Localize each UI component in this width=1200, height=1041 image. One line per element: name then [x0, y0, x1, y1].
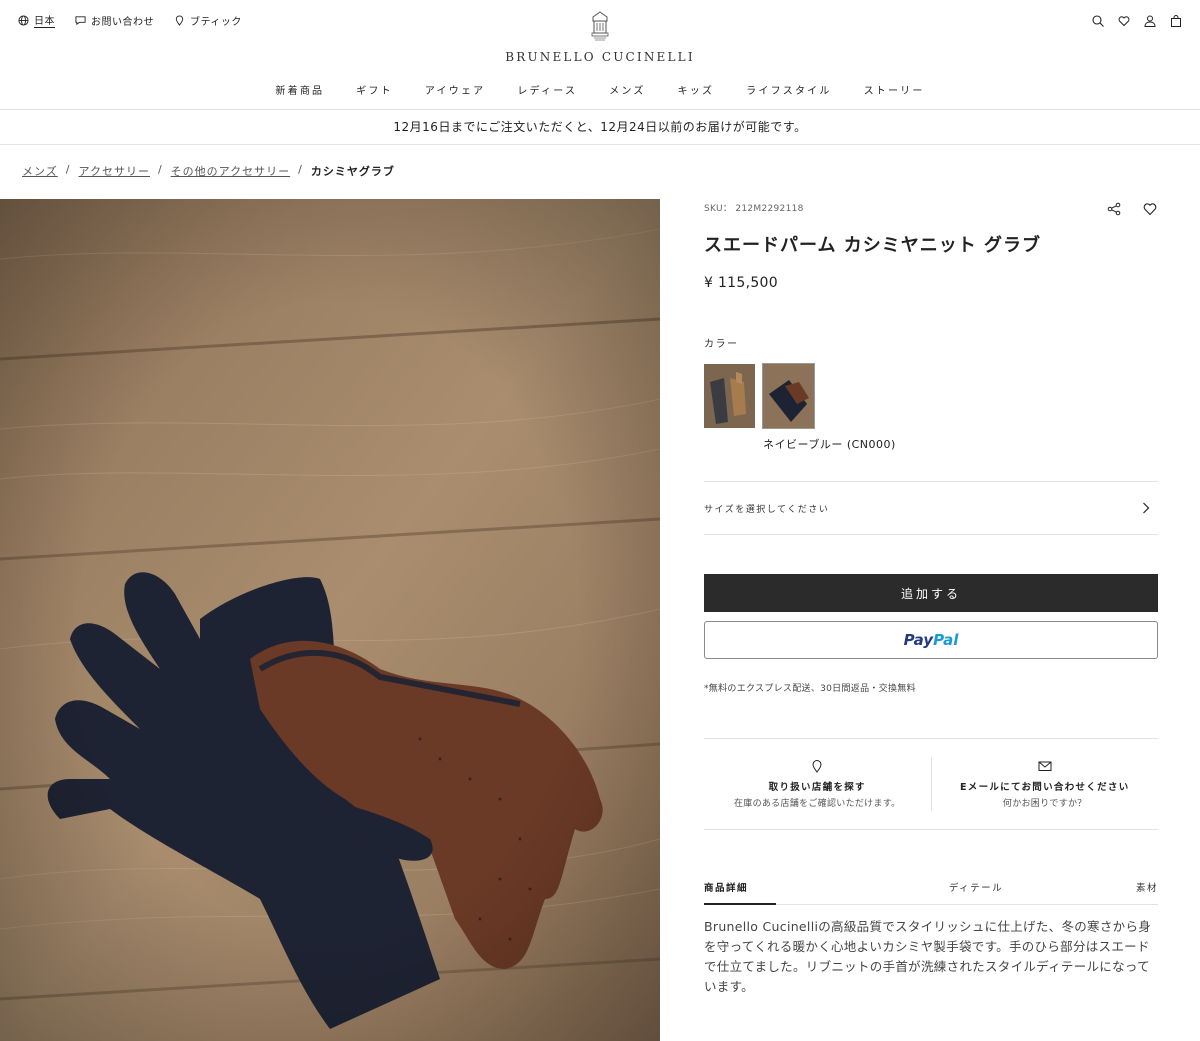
- share-icon: [1107, 202, 1121, 216]
- size-prompt: サイズを選択してください: [704, 504, 830, 515]
- color-label: カラー: [704, 339, 739, 350]
- product-image[interactable]: [0, 199, 660, 1041]
- product-price: ¥ 115,500: [704, 275, 778, 291]
- brand-logo[interactable]: BRUNELLO CUCINELLI: [0, 10, 1200, 64]
- heart-icon: [1143, 203, 1157, 216]
- product-sku: SKU： 212M2292118: [704, 204, 804, 214]
- breadcrumb-accessories[interactable]: アクセサリー: [79, 163, 150, 179]
- color-swatch-navy[interactable]: [762, 363, 815, 429]
- selected-color-name: ネイビーブルー (CN000): [763, 438, 896, 451]
- crest-icon: [591, 11, 609, 41]
- shipping-banner: 12月16日までにご注文いただくと、12月24日以前のお届けが可能です。: [0, 111, 1200, 145]
- breadcrumb-separator: /: [157, 163, 163, 176]
- nav-item-new[interactable]: 新着商品: [275, 82, 324, 97]
- swatch-thumbnail: [704, 364, 755, 428]
- header-actions: [1092, 12, 1182, 27]
- breadcrumb: メンズ / アクセサリー / その他のアクセサリー / カシミヤグラブ: [22, 163, 395, 179]
- add-to-cart-button[interactable]: 追加する: [704, 574, 1158, 612]
- email-contact-subtitle: 何かお困りですか？: [1002, 799, 1087, 809]
- nav-item-kids[interactable]: キッズ: [678, 82, 715, 97]
- wishlist-add-button[interactable]: [1143, 201, 1157, 216]
- user-icon: [1144, 15, 1156, 27]
- detail-tabs: 商品詳細 ディテール 素材: [704, 871, 1158, 905]
- breadcrumb-separator: /: [65, 163, 71, 176]
- tab-material[interactable]: 素材: [1136, 871, 1158, 905]
- color-swatch-grey[interactable]: [704, 364, 755, 428]
- site-header: 日本 お問い合わせ ブティック BRUNELLO CUCINELLI 新着商品 …: [0, 0, 1200, 110]
- mail-icon: [1038, 761, 1052, 771]
- paypal-logo-pay: Pay: [903, 631, 934, 649]
- find-store-title: 取り扱い店舗を探す: [768, 782, 866, 793]
- bag-icon: [1171, 15, 1181, 27]
- nav-item-lifestyle[interactable]: ライフスタイル: [746, 82, 831, 97]
- shipping-note: *無料のエクスプレス配送、30日間返品・交換無料: [704, 684, 916, 694]
- breadcrumb-current: カシミヤグラブ: [310, 165, 395, 178]
- email-contact-title: Eメールにてお問い合わせください: [959, 782, 1130, 793]
- nav-item-gift[interactable]: ギフト: [356, 82, 393, 97]
- nav-item-eyewear[interactable]: アイウェア: [425, 82, 486, 97]
- wishlist-button[interactable]: [1118, 12, 1130, 27]
- location-pin-icon: [812, 760, 822, 773]
- find-store-subtitle: 在庫のある店舗をご確認いただけます。: [733, 799, 901, 809]
- size-selector[interactable]: サイズを選択してください: [704, 481, 1158, 535]
- cart-button[interactable]: [1170, 12, 1182, 27]
- find-store-link[interactable]: 取り扱い店舗を探す 在庫のある店舗をご確認いただけます。: [704, 739, 931, 829]
- product-title: スエードパーム カシミヤニット グラブ: [704, 235, 1041, 256]
- tab-product-details[interactable]: 商品詳細: [704, 871, 777, 905]
- paypal-button[interactable]: Pay Pal: [704, 621, 1158, 659]
- search-button[interactable]: [1092, 12, 1104, 27]
- swatch-thumbnail: [763, 364, 814, 428]
- tab-details[interactable]: ディテール: [949, 871, 1003, 905]
- heart-icon: [1118, 16, 1130, 27]
- search-icon: [1092, 15, 1104, 27]
- product-description: Brunello Cucinelliの高級品質でスタイリッシュに仕上げた、冬の寒…: [704, 919, 1152, 994]
- logo-wordmark: BRUNELLO CUCINELLI: [505, 50, 695, 64]
- email-contact-link[interactable]: Eメールにてお問い合わせください 何かお困りですか？: [930, 757, 1159, 811]
- breadcrumb-separator: /: [298, 163, 303, 176]
- paypal-logo-pal: Pal: [933, 631, 959, 649]
- main-navigation: 新着商品 ギフト アイウェア レディース メンズ キッズ ライフスタイル ストー…: [0, 82, 1200, 97]
- breadcrumb-other-accessories[interactable]: その他のアクセサリー: [171, 163, 290, 179]
- breadcrumb-men[interactable]: メンズ: [22, 163, 58, 179]
- service-links: 取り扱い店舗を探す 在庫のある店舗をご確認いただけます。 Eメールにてお問い合わ…: [704, 738, 1158, 830]
- gloves-photo: [0, 199, 660, 1041]
- chevron-right-icon: [1143, 502, 1150, 514]
- nav-item-women[interactable]: レディース: [517, 82, 577, 97]
- share-button[interactable]: [1107, 201, 1121, 216]
- account-button[interactable]: [1144, 12, 1156, 27]
- nav-item-story[interactable]: ストーリー: [864, 82, 925, 97]
- nav-item-men[interactable]: メンズ: [609, 82, 645, 97]
